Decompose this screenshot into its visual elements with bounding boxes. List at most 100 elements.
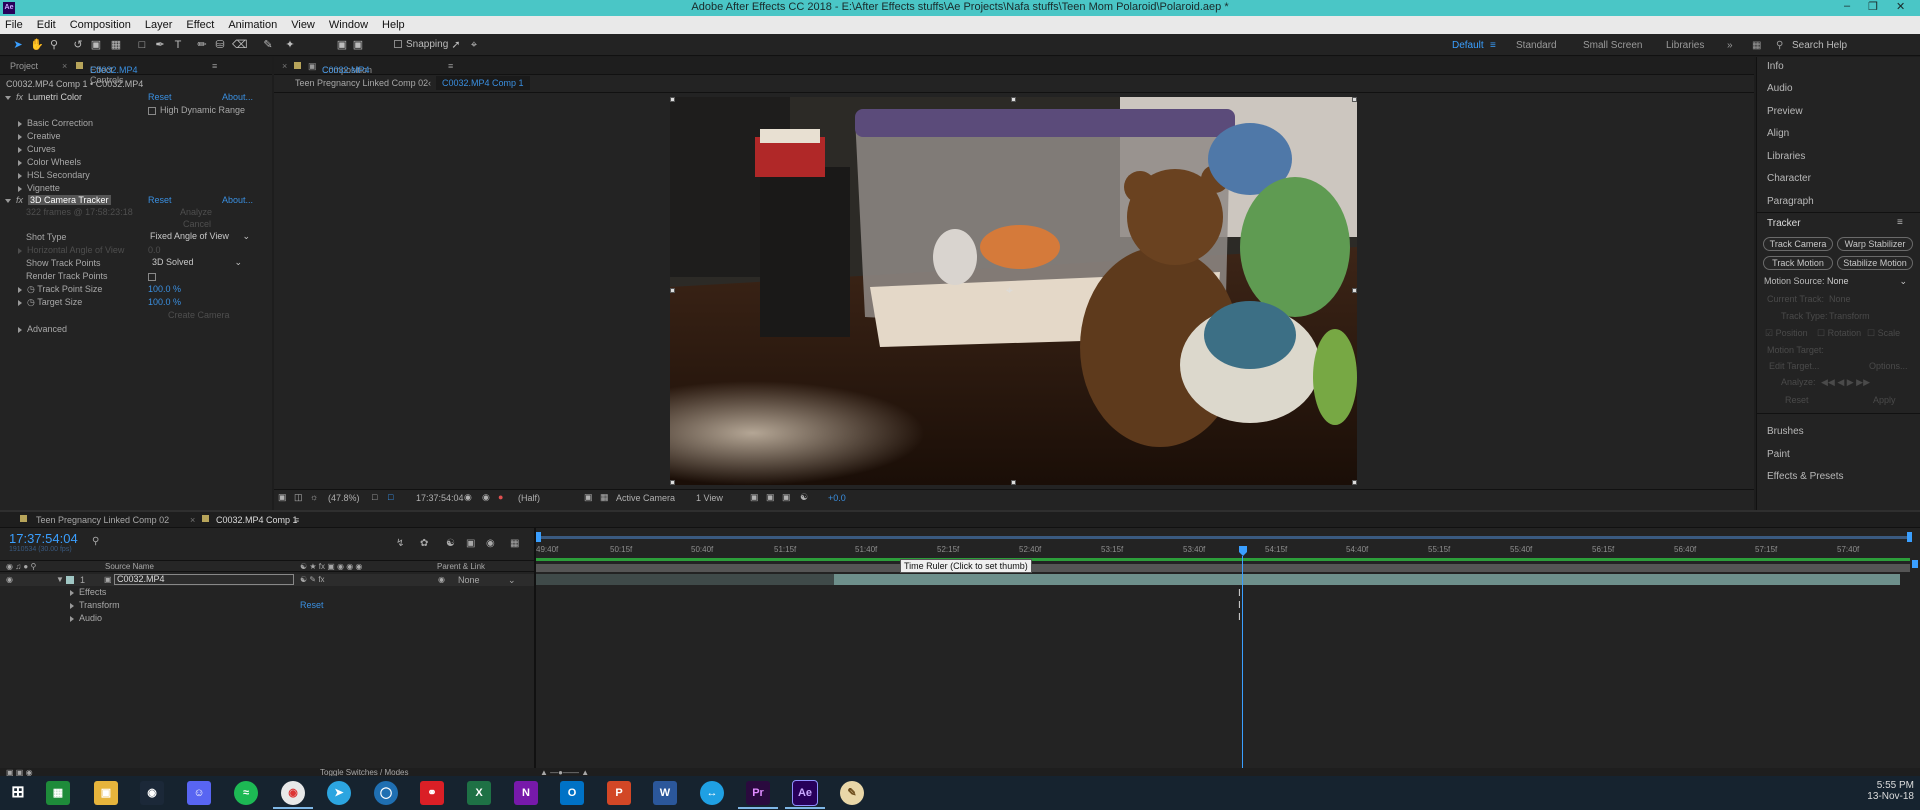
draft-3d-icon[interactable]: ✿ [420, 538, 428, 549]
transform-handle[interactable] [670, 480, 675, 485]
workspace-menu-icon[interactable]: ≡ [1490, 40, 1496, 51]
panel-audio[interactable]: Audio [1767, 83, 1793, 94]
composition-mini-flowchart-icon[interactable]: ↯ [396, 538, 404, 549]
powerpoint-icon[interactable]: P [607, 781, 631, 805]
workspace-standard[interactable]: Standard [1516, 40, 1557, 51]
transform-handle[interactable] [1352, 97, 1357, 102]
tab-timeline-current[interactable]: C0032.MP4 Comp 1 [216, 515, 298, 525]
search-help-input[interactable]: Search Help [1792, 40, 1847, 51]
pan-behind-tool-icon[interactable]: ▦ [110, 39, 122, 51]
reset-exposure-icon[interactable]: ☯ [800, 492, 808, 503]
render-track-points-checkbox[interactable] [148, 270, 160, 282]
monitor-icon[interactable]: ◫ [294, 492, 303, 503]
stabilize-motion-button[interactable]: Stabilize Motion [1837, 256, 1913, 270]
rectangle-tool-icon[interactable]: □ [136, 39, 148, 51]
outlook-icon[interactable]: O [560, 781, 584, 805]
transform-handle[interactable] [1011, 480, 1016, 485]
discord-icon[interactable]: ☺ [187, 781, 211, 805]
panel-paragraph[interactable]: Paragraph [1767, 196, 1814, 207]
onenote-icon[interactable]: N [514, 781, 538, 805]
snapping-checkbox[interactable] [394, 40, 402, 49]
visibility-icon[interactable]: ◉ [6, 574, 13, 586]
channel-icon[interactable]: ● [498, 492, 503, 502]
composition-viewer[interactable]: ⌖ [670, 97, 1357, 485]
zoom-tool-icon[interactable]: ⚲ [48, 39, 60, 51]
zoom-level[interactable]: (47.8%) [328, 493, 360, 503]
layer-duration-bar[interactable] [834, 574, 1900, 585]
shot-type-dropdown[interactable]: Fixed Angle of View ⌄ [150, 231, 250, 242]
work-area-start-handle[interactable] [536, 532, 541, 542]
col-source-name[interactable]: Source Name [105, 562, 154, 571]
section-color-wheels[interactable]: Color Wheels [18, 156, 81, 168]
tracker-about-button[interactable]: About... [222, 194, 253, 206]
snapping-grid-icon[interactable]: ⌖ [468, 39, 480, 51]
time-ruler[interactable]: 49:40f 50:15f 50:40f 51:15f 51:40f 52:15… [536, 544, 1920, 558]
menu-animation[interactable]: Animation [228, 19, 277, 31]
workspace-small-screen[interactable]: Small Screen [1583, 40, 1642, 51]
tab-close-icon[interactable]: × [62, 61, 67, 71]
panel-brushes[interactable]: Brushes [1767, 426, 1804, 437]
menu-composition[interactable]: Composition [70, 19, 131, 31]
view-layout-dropdown[interactable]: 1 View [696, 493, 723, 503]
workspace-default[interactable]: Default [1452, 40, 1484, 51]
transform-handle[interactable] [1352, 480, 1357, 485]
breadcrumb-parent[interactable]: Teen Pregnancy Linked Comp 02 [295, 78, 428, 88]
timeline-icon[interactable]: ▣ [766, 492, 775, 503]
workspace-sync-icon[interactable]: ▦ [1752, 40, 1761, 51]
telegram-icon[interactable]: ➤ [327, 781, 351, 805]
restore-icon[interactable]: ❐ [1868, 0, 1878, 13]
workspace-libraries[interactable]: Libraries [1666, 40, 1704, 51]
table-row[interactable]: ◉ ▼ 1 ▣ C0032.MP4 ☯ ✎ fx ◉ None ⌄ [0, 574, 534, 586]
taskbar-clock[interactable]: 5:55 PM 13-Nov-18 [1864, 780, 1914, 802]
camera-view-dropdown[interactable]: Active Camera [616, 493, 675, 503]
menu-view[interactable]: View [291, 19, 315, 31]
target-size-row[interactable]: ◷ Target Size [18, 296, 82, 308]
always-preview-icon[interactable]: ▣ [278, 492, 287, 503]
parent-dropdown[interactable]: None [458, 574, 480, 586]
tab-project[interactable]: Project [10, 61, 38, 71]
layer-name[interactable]: C0032.MP4 [114, 574, 294, 585]
selection-tool-icon[interactable]: ➤ [12, 39, 24, 51]
type-tool-icon[interactable]: T [172, 39, 184, 51]
track-camera-button[interactable]: Track Camera [1763, 237, 1833, 251]
spotify-icon[interactable]: ≈ [234, 781, 258, 805]
snapping-options-icon[interactable]: ➚ [450, 39, 462, 51]
lumetri-color-effect[interactable]: fx Lumetri Color [5, 91, 82, 103]
menu-layer[interactable]: Layer [145, 19, 173, 31]
track-point-size-value[interactable]: 100.0 % [148, 283, 181, 295]
graph-editor-icon[interactable]: ▦ [510, 538, 519, 549]
eraser-tool-icon[interactable]: ⌫ [232, 39, 248, 51]
panel-paint[interactable]: Paint [1767, 449, 1790, 460]
camera-tracker-effect[interactable]: fx 3D Camera Tracker [5, 194, 111, 206]
section-hsl-secondary[interactable]: HSL Secondary [18, 169, 90, 181]
breadcrumb-current[interactable]: C0032.MP4 Comp 1 [436, 76, 530, 90]
frame-blending-icon[interactable]: ▣ [466, 538, 475, 549]
snapshot-icon[interactable]: ◉ [464, 492, 472, 503]
panel-preview[interactable]: Preview [1767, 106, 1803, 117]
puppet-tool-icon[interactable]: ✦ [284, 39, 296, 51]
chevron-down-icon[interactable]: ▼ [56, 574, 64, 586]
menu-help[interactable]: Help [382, 19, 405, 31]
excel-icon[interactable]: X [467, 781, 491, 805]
tab-close-icon[interactable]: × [190, 515, 195, 525]
panel-menu-icon[interactable]: ≡ [448, 61, 453, 71]
menu-file[interactable]: File [5, 19, 23, 31]
transform-handle[interactable] [1352, 288, 1357, 293]
show-snapshot-icon[interactable]: ◉ [482, 492, 490, 503]
pixel-aspect-icon[interactable]: ▣ [750, 492, 759, 503]
file-explorer-icon[interactable]: ▣ [94, 781, 118, 805]
roto-brush-tool-icon[interactable]: ✎ [262, 39, 274, 51]
cortana-icon[interactable]: ◯ [374, 781, 398, 805]
layer-switches-icon[interactable]: ☯ ✎ fx [300, 574, 325, 586]
panel-align[interactable]: Align [1767, 128, 1789, 139]
resolution-dropdown[interactable]: (Half) [518, 493, 540, 503]
track-point-size-row[interactable]: ◷ Track Point Size [18, 283, 102, 295]
current-time-indicator[interactable] [1242, 556, 1243, 778]
close-icon[interactable]: ✕ [1896, 0, 1905, 13]
panel-libraries[interactable]: Libraries [1767, 151, 1805, 162]
track-motion-button[interactable]: Track Motion [1763, 256, 1833, 270]
clone-stamp-tool-icon[interactable]: ⛁ [214, 39, 226, 51]
word-icon[interactable]: W [653, 781, 677, 805]
transform-handle[interactable] [1011, 97, 1016, 102]
transform-handle[interactable] [670, 97, 675, 102]
